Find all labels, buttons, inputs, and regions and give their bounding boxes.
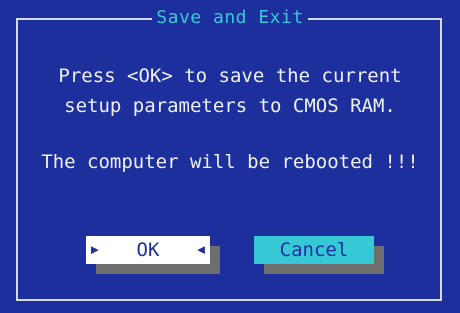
ok-button-label: OK <box>136 239 160 261</box>
ok-button[interactable]: ▶ OK ◀ <box>86 236 210 264</box>
save-and-exit-dialog: Save and Exit Press <OK> to save the cur… <box>0 0 460 313</box>
ok-button-group: ▶ OK ◀ <box>86 236 220 274</box>
cancel-button[interactable]: Cancel <box>254 236 374 264</box>
selector-right-arrow-icon: ▶ <box>91 242 99 258</box>
cancel-button-group: Cancel <box>254 236 384 274</box>
selector-left-arrow-icon: ◀ <box>197 242 205 258</box>
reboot-warning: The computer will be rebooted !!! <box>41 151 419 173</box>
dialog-title: Save and Exit <box>152 7 308 28</box>
message-line-2: setup parameters to CMOS RAM. <box>64 95 396 117</box>
message-line-1: Press <OK> to save the current <box>58 65 402 87</box>
dialog-title-bar: Save and Exit <box>0 6 460 30</box>
cancel-button-label: Cancel <box>279 239 349 261</box>
